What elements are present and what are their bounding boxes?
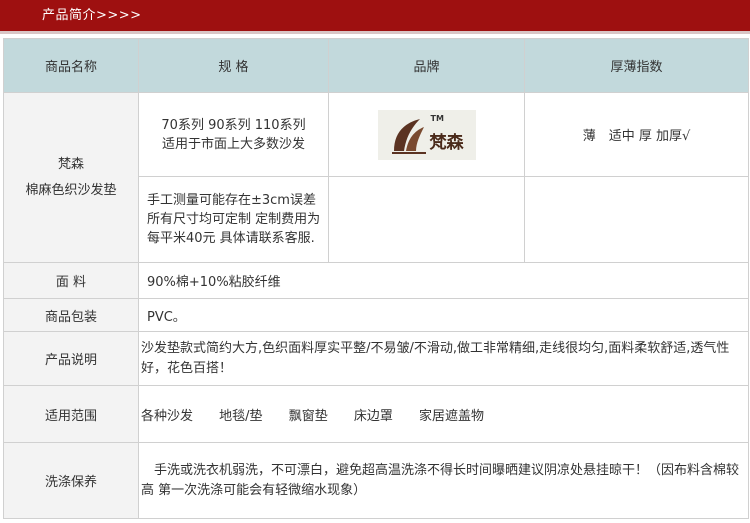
- spec-fit: 适用于市面上大多数沙发: [161, 136, 305, 152]
- table-row-care: 洗涤保养 手洗或洗衣机弱洗，不可漂白，避免超高温洗涤不得长时间曝晒建议阴凉处悬挂…: [3, 442, 749, 519]
- brand-logo-text: 梵森: [429, 133, 464, 153]
- empty-thickness-cell: [524, 176, 749, 263]
- scope-item: 各种沙发: [141, 408, 194, 424]
- row-label: 适用范围: [3, 385, 139, 443]
- header-spec: 规 格: [138, 38, 329, 93]
- brand-logo: 梵森 TM: [377, 109, 476, 160]
- row-label: 产品说明: [3, 331, 139, 386]
- product-type-name: 棉麻色织沙发垫: [25, 182, 117, 198]
- row-label: 洗涤保养: [3, 442, 139, 519]
- section-title: 产品简介>>>>: [42, 8, 142, 23]
- scope-item: 地毯/垫: [219, 408, 263, 424]
- header-divider: [0, 31, 750, 34]
- scope-value: 各种沙发 地毯/垫 飘窗垫 床边罩 家居遮盖物: [138, 385, 749, 443]
- scope-item: 床边罩: [353, 408, 393, 424]
- product-brand-name: 梵森: [57, 156, 84, 172]
- packaging-value: PVC。: [138, 298, 749, 332]
- note-line-2: 所有尺寸均可定制 定制费用为: [147, 212, 321, 227]
- table-row-scope: 适用范围 各种沙发 地毯/垫 飘窗垫 床边罩 家居遮盖物: [3, 385, 749, 443]
- note-cell: 手工测量可能存在±3cm误差 所有尺寸均可定制 定制费用为 每平米40元 具体请…: [138, 176, 329, 263]
- row-label: 面 料: [3, 262, 139, 299]
- leaf-logo-icon: [391, 118, 426, 154]
- scope-item: 家居遮盖物: [419, 408, 485, 424]
- thickness-value: 薄 适中 厚 加厚√: [582, 129, 691, 144]
- table-row-description: 产品说明 沙发垫款式简约大方,色织面料厚实平整/不易皱/不滑动,做工非常精细,走…: [3, 331, 749, 386]
- table-header-row: 商品名称 规 格 品牌 厚薄指数: [3, 38, 749, 93]
- product-name-cell: 梵森 棉麻色织沙发垫: [3, 92, 139, 263]
- header-thickness: 厚薄指数: [524, 38, 749, 93]
- thickness-cell: 薄 适中 厚 加厚√: [524, 92, 749, 177]
- trademark-mark: TM: [430, 113, 444, 123]
- spec-series: 70系列 90系列 110系列: [161, 117, 306, 133]
- care-value: 手洗或洗衣机弱洗，不可漂白，避免超高温洗涤不得长时间曝晒建议阴凉处悬挂晾干！（因…: [138, 442, 749, 519]
- header-product-name: 商品名称: [3, 38, 139, 93]
- product-spec-table: 商品名称 规 格 品牌 厚薄指数 梵森 棉麻色织沙发垫 70系列 90系列 11…: [3, 38, 749, 519]
- description-value: 沙发垫款式简约大方,色织面料厚实平整/不易皱/不滑动,做工非常精细,走线很均匀,…: [138, 331, 749, 386]
- note-line-1: 手工测量可能存在±3cm误差: [147, 193, 316, 208]
- note-line-3: 每平米40元 具体请联系客服.: [147, 231, 315, 246]
- header-brand: 品牌: [328, 38, 525, 93]
- empty-brand-cell: [328, 176, 525, 263]
- scope-item: 飘窗垫: [288, 408, 328, 424]
- spec-cell: 70系列 90系列 110系列 适用于市面上大多数沙发: [138, 92, 329, 177]
- section-header-bar: 产品简介>>>>: [0, 0, 750, 31]
- brand-cell: 梵森 TM: [328, 92, 525, 177]
- table-row-packaging: 商品包装 PVC。: [3, 298, 749, 332]
- table-row-product-top: 梵森 棉麻色织沙发垫 70系列 90系列 110系列 适用于市面上大多数沙发 梵…: [3, 92, 749, 263]
- fabric-value: 90%棉+10%粘胶纤维: [138, 262, 749, 299]
- row-label: 商品包装: [3, 298, 139, 332]
- table-row-fabric: 面 料 90%棉+10%粘胶纤维: [3, 262, 749, 299]
